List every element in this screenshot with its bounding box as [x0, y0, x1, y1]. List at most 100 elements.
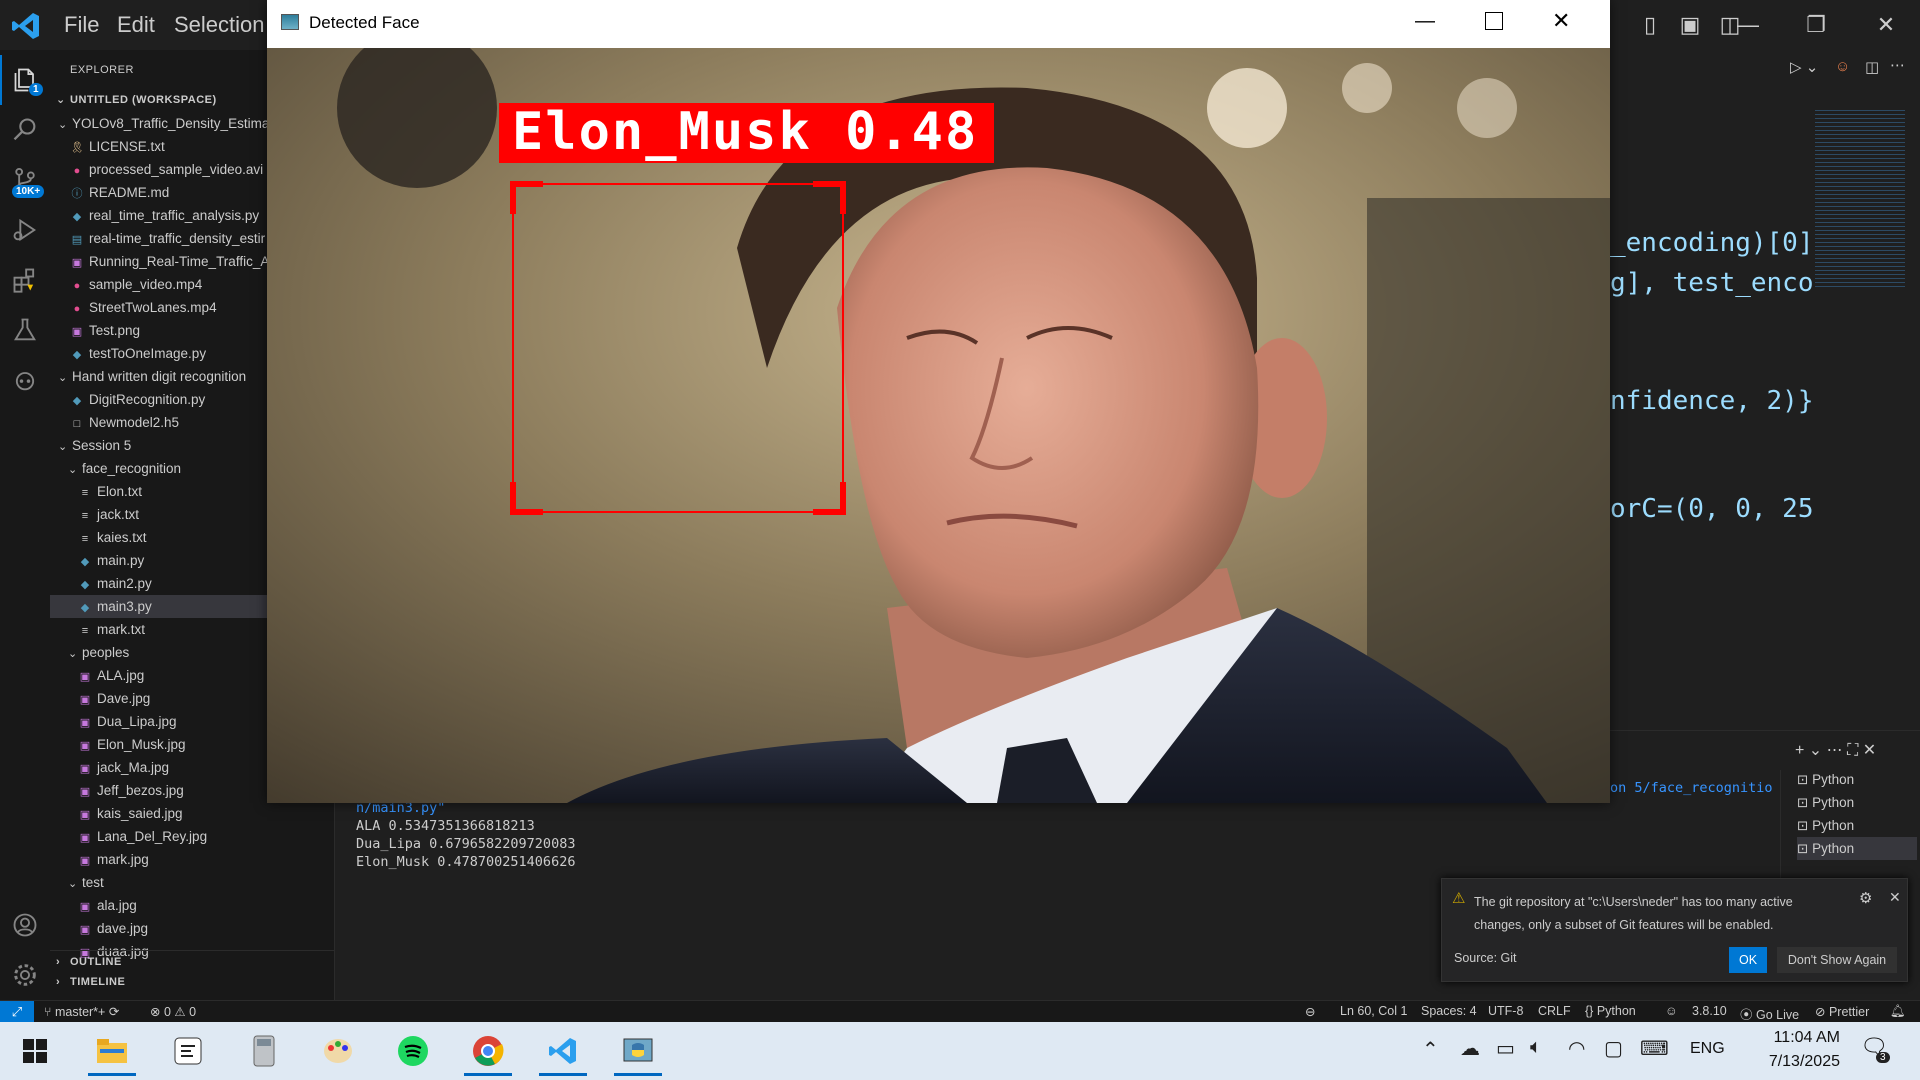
file-item[interactable]: ▣ Lana_Del_Rey.jpg [50, 825, 335, 848]
prettier[interactable]: ⊘ Prettier [1815, 1004, 1869, 1019]
notification-close-icon[interactable]: ✕ [1889, 889, 1901, 906]
encoding[interactable]: UTF-8 [1488, 1004, 1523, 1018]
volume-icon[interactable]: 🔈︎ [1530, 1036, 1542, 1059]
editor-app-taskbar-icon[interactable] [158, 1026, 218, 1076]
image-icon: ▣ [79, 832, 91, 844]
lines-icon: ≡ [81, 487, 89, 499]
detected-face-window[interactable]: Detected Face — ✕ Elon_Musk 0.48 [267, 0, 1610, 803]
video-icon: ● [73, 165, 81, 177]
notification-count-badge: 3 [1876, 1052, 1890, 1063]
code-line[interactable]: nfidence, 2)} [1610, 386, 1814, 416]
tree-item-label: sample_video.mp4 [89, 277, 203, 292]
timeline-label: TIMELINE [70, 976, 126, 988]
python-icon: ◆ [80, 556, 90, 568]
camera-icon[interactable]: ▢ [1604, 1036, 1623, 1061]
go-live[interactable]: ⦿ Go Live [1740, 1004, 1799, 1023]
terminal-tab[interactable]: ⊡ Python [1797, 837, 1917, 860]
spotify-taskbar-icon[interactable] [383, 1026, 443, 1076]
outline-header[interactable]: › OUTLINE [56, 956, 122, 968]
onedrive-icon[interactable]: ☁ [1460, 1036, 1480, 1061]
language-mode[interactable]: {} Python [1585, 1004, 1636, 1018]
explorer-icon[interactable]: 1 [0, 55, 50, 105]
file-item[interactable]: ▣ ala.jpg [50, 894, 335, 917]
calculator-taskbar-icon[interactable] [234, 1026, 294, 1076]
cursor-position[interactable]: Ln 60, Col 1 [1340, 1004, 1407, 1018]
extensions-icon[interactable] [0, 255, 50, 305]
file-item[interactable]: ▣ mark.jpg [50, 848, 335, 871]
dont-show-again-button[interactable]: Don't Show Again [1777, 947, 1897, 973]
minimize-icon[interactable]: — [1728, 8, 1768, 42]
line-ending[interactable]: CRLF [1538, 1004, 1571, 1018]
terminal-icon: ⊡ [1797, 772, 1813, 787]
python-version[interactable]: 3.8.10 [1692, 1004, 1727, 1018]
branch-status[interactable]: ⑂ master*+ ⟳ [44, 1004, 119, 1019]
close-window-icon[interactable]: ✕ [1866, 8, 1906, 42]
panel-actions[interactable]: + ⌄ ⋯ ⛶ ✕ [1795, 740, 1876, 760]
run-debug-icon[interactable] [0, 205, 50, 255]
tree-item-label: main.py [97, 553, 145, 568]
accounts-icon[interactable] [0, 900, 50, 950]
chevron-down-icon: ⌄ [56, 94, 66, 106]
language-indicator[interactable]: ENG [1690, 1040, 1725, 1058]
minimap[interactable] [1815, 110, 1905, 290]
file-explorer-taskbar-icon[interactable] [82, 1026, 142, 1076]
indentation[interactable]: Spaces: 4 [1421, 1004, 1477, 1018]
vscode-taskbar-icon[interactable] [533, 1026, 593, 1076]
notification-gear-icon[interactable]: ⚙ [1859, 889, 1872, 907]
zoom-icon[interactable]: ⊖ [1305, 1004, 1315, 1019]
code-line[interactable]: _encoding)[0] [1610, 228, 1814, 258]
remote-icon[interactable]: ⤢ [0, 1001, 34, 1023]
chrome-taskbar-icon[interactable] [458, 1026, 518, 1076]
code-line[interactable]: g], test_enco [1610, 268, 1814, 298]
layout-sidebar-icon[interactable]: ▯ [1630, 8, 1670, 42]
python-taskbar-icon[interactable] [608, 1026, 668, 1076]
workspace-header[interactable]: ⌄ UNTITLED (WORKSPACE) [56, 93, 217, 106]
copilot-icon[interactable] [0, 355, 50, 405]
battery-icon[interactable]: ▭ [1496, 1036, 1515, 1061]
run-icon[interactable]: ▷ ⌄ [1790, 58, 1818, 76]
file-item[interactable]: ▣ dave.jpg [50, 917, 335, 940]
copilot-status-icon[interactable]: ☺ [1665, 1004, 1678, 1018]
source-control-icon[interactable]: 10K+ [0, 155, 50, 205]
menu-file[interactable]: File [64, 12, 99, 38]
keyboard-icon[interactable]: ⌨ [1640, 1036, 1669, 1061]
show-hidden-icons-icon[interactable]: ⌃ [1422, 1037, 1439, 1062]
terminal-tab[interactable]: ⊡ Python [1797, 768, 1917, 791]
chevron-right-icon: › [56, 976, 61, 988]
search-icon[interactable] [0, 105, 50, 155]
tree-item-label: Lana_Del_Rey.jpg [97, 829, 208, 844]
warnings-count: 0 [189, 1005, 197, 1019]
layout-panel-icon[interactable]: ▣ [1670, 8, 1710, 42]
tree-item-label: kaies.txt [97, 530, 147, 545]
timeline-header[interactable]: › TIMELINE [56, 976, 125, 988]
start-button[interactable] [5, 1026, 65, 1076]
copilot-edit-icon[interactable]: ☺ [1835, 58, 1850, 75]
notification-message: The git repository at "c:\Users\neder" h… [1474, 895, 1793, 932]
file-item[interactable]: ▣ kais_saied.jpg [50, 802, 335, 825]
tree-item-label: testToOneImage.py [89, 346, 207, 361]
face-close-icon[interactable]: ✕ [1552, 8, 1570, 34]
more-actions-icon[interactable]: ⋯ [1890, 56, 1905, 74]
face-maximize-icon[interactable] [1485, 12, 1503, 30]
terminal-tab[interactable]: ⊡ Python [1797, 814, 1917, 837]
wifi-icon[interactable]: ◠ [1568, 1036, 1585, 1061]
notifications-bell-icon[interactable]: 🔔︎ [1890, 1004, 1906, 1019]
menu-edit[interactable]: Edit [117, 12, 155, 38]
split-editor-icon[interactable]: ◫ [1865, 58, 1879, 76]
folder-item[interactable]: ⌄ test [50, 871, 335, 894]
manage-gear-icon[interactable] [0, 950, 50, 1000]
menu-selection[interactable]: Selection [174, 12, 265, 38]
face-minimize-icon[interactable]: — [1415, 10, 1435, 33]
ok-button[interactable]: OK [1729, 947, 1767, 973]
image-icon: ▣ [79, 855, 91, 867]
code-line[interactable]: orC=(0, 0, 25 [1610, 494, 1814, 524]
problems-status[interactable]: ⊗ 0 ⚠ 0 [150, 1004, 196, 1019]
testing-icon[interactable] [0, 305, 50, 355]
image-icon: ▣ [79, 717, 91, 729]
restore-icon[interactable]: ❐ [1796, 8, 1836, 42]
clock[interactable]: 11:04 AM 7/13/2025 [1740, 1026, 1840, 1074]
paint-taskbar-icon[interactable] [308, 1026, 368, 1076]
terminal-tab[interactable]: ⊡ Python [1797, 791, 1917, 814]
python-icon: ◆ [80, 602, 90, 614]
image-icon: ▣ [79, 901, 91, 913]
